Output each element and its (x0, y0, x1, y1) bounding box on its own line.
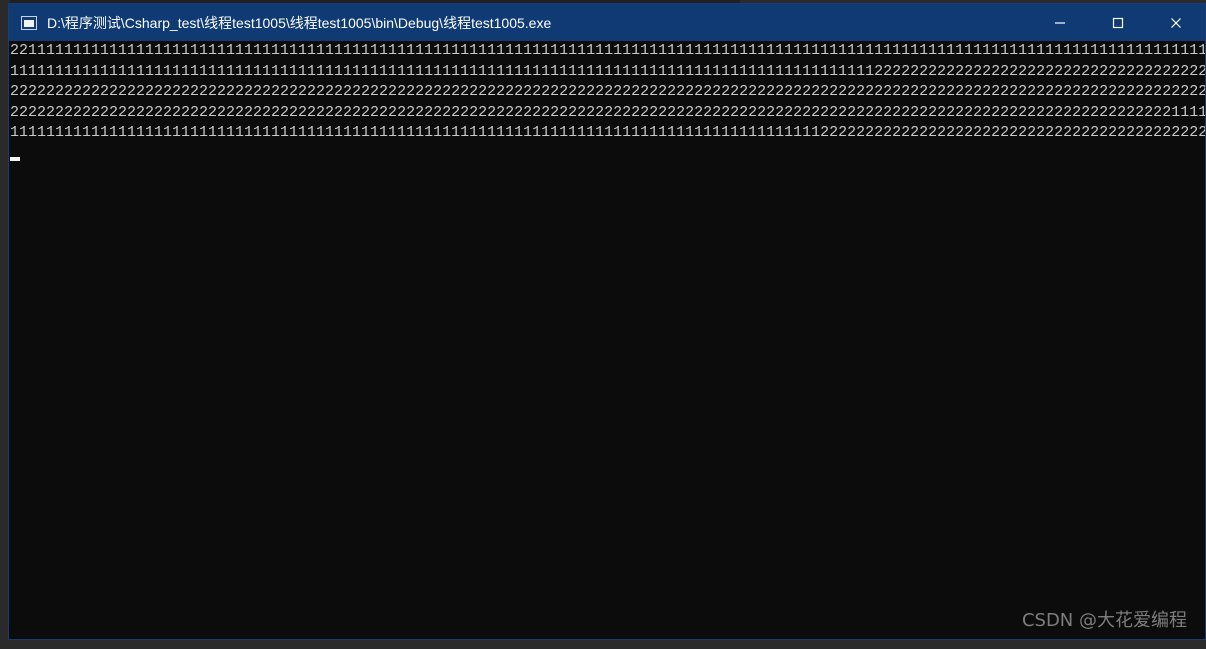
minimize-button[interactable] (1031, 4, 1089, 41)
console-output[interactable]: 2211111111111111111111111111111111111111… (9, 41, 1205, 639)
close-button[interactable] (1147, 4, 1205, 41)
console-window[interactable]: D:\程序测试\Csharp_test\线程test1005\线程test100… (8, 3, 1206, 640)
console-line: 2222222222222222222222222222222222222222… (10, 83, 1205, 100)
background-window-strip-bottom (0, 640, 1206, 649)
console-line: 1111111111111111111111111111111111111111… (10, 62, 1205, 80)
console-line: 2211111111111111111111111111111111111111… (10, 42, 1205, 59)
watermark: CSDN @大花爱编程 (1021, 609, 1187, 631)
window-titlebar[interactable]: D:\程序测试\Csharp_test\线程test1005\线程test100… (9, 4, 1205, 41)
console-app-icon (21, 15, 37, 30)
console-line: 2222222222222222222222222222222222222222… (10, 103, 1205, 121)
minimize-icon (1055, 21, 1065, 24)
maximize-icon (1112, 17, 1124, 28)
text-cursor (10, 157, 20, 161)
window-title: D:\程序测试\Csharp_test\线程test1005\线程test100… (47, 14, 552, 31)
maximize-button[interactable] (1089, 4, 1147, 41)
window-controls (1031, 4, 1205, 41)
close-icon (1171, 17, 1181, 28)
console-line: 1111111111111111111111111111111111111111… (10, 124, 1205, 141)
